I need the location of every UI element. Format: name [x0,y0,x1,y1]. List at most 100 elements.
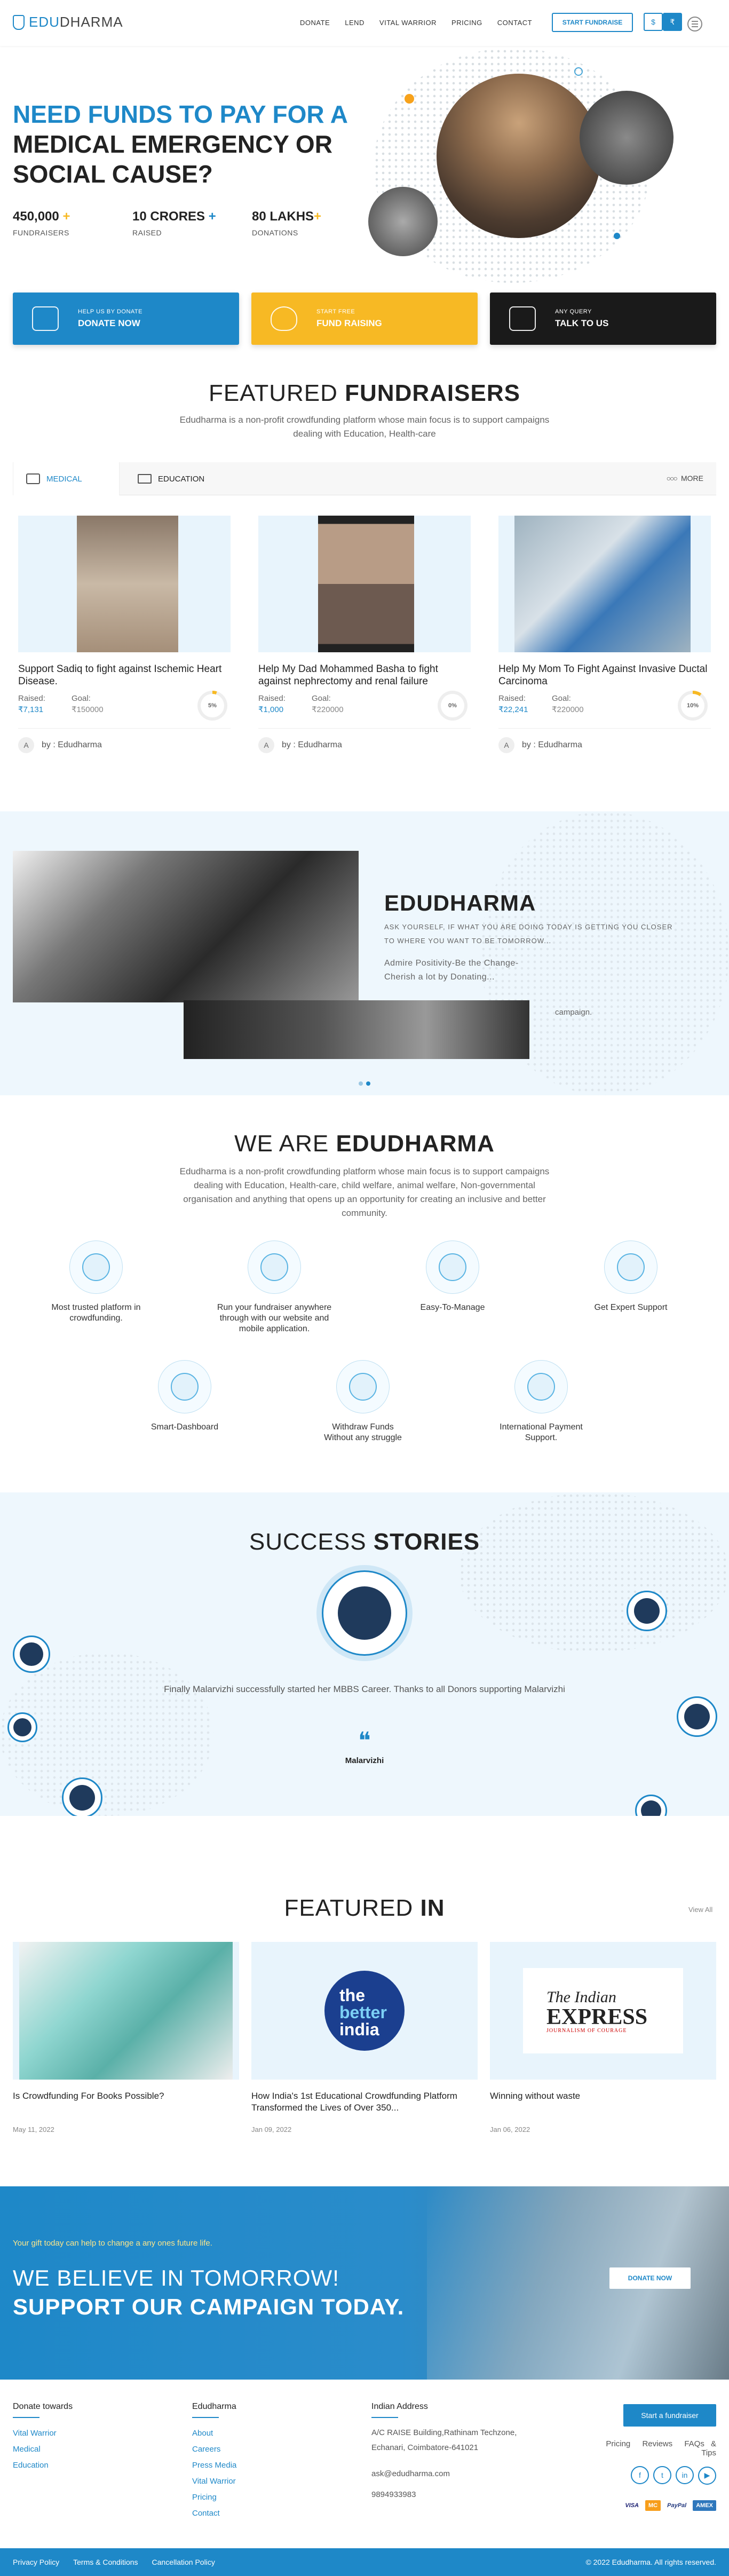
stat-raised: 10 CRORES + RAISED [132,209,216,237]
fundraiser-author: Aby : Edudharma [258,728,471,753]
main-nav: DONATE LEND VITAL WARRIOR PRICING CONTAC… [300,19,532,27]
social-icons: f t in ▶ [603,2466,716,2485]
carousel-dot-active[interactable] [366,1081,370,1086]
success-stories: SUCCESS STORIES Finally Malarvizhi succe… [0,1492,729,1816]
hands-heart-icon [32,306,59,331]
footer-quick-links: Pricing Reviews FAQs & Tips [587,2439,716,2458]
currency-usd-button[interactable]: $ [644,13,663,31]
fundraiser-author: Aby : Edudharma [498,728,711,753]
fundraiser-card[interactable]: Support Sadiq to fight against Ischemic … [18,516,231,761]
carousel-image-hands [184,1000,529,1059]
nav-contact[interactable]: CONTACT [497,19,532,27]
trophy-icon [69,1240,123,1294]
carousel-dot[interactable] [359,1081,363,1086]
feature-support: Get Expert Support [572,1240,690,1313]
start-fundraiser-button[interactable]: Start a fundraiser [623,2404,716,2427]
testimonial-avatar[interactable] [62,1777,102,1816]
footer-phone[interactable]: 9894933983 [371,2490,517,2499]
testimonial-avatar[interactable] [13,1635,50,1673]
cancellation-policy-link[interactable]: Cancellation Policy [152,2558,215,2566]
footer-donate-towards: Donate towards Vital Warrior Medical Edu… [13,2402,73,2474]
campaign-line2: SUPPORT OUR CAMPAIGN TODAY. [13,2294,405,2319]
hero-title-line2: MEDICAL EMERGENCY OR [13,130,332,158]
facebook-icon[interactable]: f [631,2466,649,2484]
globe-icon [514,1360,568,1413]
avatar: A [18,737,34,753]
decorative-ring [574,67,583,76]
terms-link[interactable]: Terms & Conditions [73,2558,138,2566]
feature-trusted: Most trusted platform in crowdfunding. [37,1240,155,1324]
nav-lend[interactable]: LEND [345,19,364,27]
footer-link[interactable]: Medical [13,2441,73,2458]
stat-fundraisers: 450,000 + FUNDRAISERS [13,209,70,237]
about-title: WE ARE EDUDHARMA [234,1131,495,1157]
press-card[interactable]: Is Crowdfunding For Books Possible? May … [13,1942,239,2134]
carousel-image-surgery [13,851,359,1002]
feature-easy: Easy-To-Manage [394,1240,511,1313]
start-fundraise-button[interactable]: START FUNDRAISE [552,13,633,32]
hero-title-line1: NEED FUNDS TO PAY FOR A [13,100,348,128]
tab-education[interactable]: EDUCATION [125,462,232,495]
piggy-bank-icon [271,306,297,331]
dots-icon: ○○○ [666,474,678,483]
privacy-policy-link[interactable]: Privacy Policy [13,2558,59,2566]
featured-subtitle: Edudharma is a non-profit crowdfunding p… [179,415,550,439]
footer-link[interactable]: Press Media [192,2458,236,2474]
press-card[interactable]: the better india How India's 1st Education… [251,1942,478,2134]
fundraiser-card[interactable]: Help My Dad Mohammed Basha to fight agai… [258,516,471,761]
footer-link[interactable]: Vital Warrior [13,2425,73,2441]
nav-donate[interactable]: DONATE [300,19,330,27]
legal-links: Privacy Policy Terms & Conditions Cancel… [13,2558,215,2566]
footer-link[interactable]: Vital Warrior [192,2474,236,2490]
menu-icon[interactable] [687,17,702,31]
linkedin-icon[interactable]: in [676,2466,694,2484]
footer-link[interactable]: Contact [192,2506,236,2522]
about-subtitle: Edudharma is a non-profit crowdfunding p… [179,1166,550,1218]
fundraiser-image [258,516,471,652]
fundraiser-amounts: Raised: ₹22,241 Goal: ₹220000 10% [498,691,711,721]
fundraiser-card[interactable]: Help My Mom To Fight Against Invasive Du… [498,516,711,761]
more-link[interactable]: ○○○ MORE [667,474,703,483]
hero-image-small [368,187,438,256]
footer-link[interactable]: About [192,2425,236,2441]
progress-ring: 5% [197,691,227,721]
currency-inr-button[interactable]: ₹ [663,13,682,31]
nav-vital-warrior[interactable]: VITAL WARRIOR [379,19,437,27]
fund-raising-card[interactable]: START FREE FUND RAISING [251,293,478,345]
amex-icon: AMEX [693,2500,716,2511]
logo[interactable]: EDUDHARMA [13,14,123,30]
progress-ring: 0% [438,691,467,721]
press-logo-better-india: the better india [251,1942,478,2080]
carousel-text: ASK YOURSELF, IF WHAT YOU ARE DOING TODA… [384,923,673,982]
plus-icon: + [314,209,322,224]
quote-icon: ❝ [358,1728,371,1754]
feature-withdraw: Withdraw Funds Without any struggle [304,1360,422,1443]
footer-reviews-link[interactable]: Reviews [642,2439,672,2448]
footer-link[interactable]: Careers [192,2441,236,2458]
dashboard-icon [158,1360,211,1413]
envelope-icon [509,306,536,331]
footer-link[interactable]: Pricing [192,2490,236,2506]
feature-international: International Payment Support. [482,1360,600,1443]
twitter-icon[interactable]: t [653,2466,671,2484]
logo-suffix: DHARMA [59,14,123,30]
tab-medical[interactable]: MEDICAL [13,462,120,495]
campaign-donate-button[interactable]: DONATE NOW [609,2267,691,2289]
testimonial-avatar[interactable] [635,1795,667,1816]
hero-image-side [580,91,673,185]
view-all-link[interactable]: View All [688,1906,712,1914]
footer-link[interactable]: Education [13,2458,73,2474]
donate-now-card[interactable]: HELP US BY DONATE DONATE NOW [13,293,239,345]
youtube-icon[interactable]: ▶ [698,2466,716,2485]
footer-faq-link[interactable]: FAQs & Tips [684,2439,716,2458]
footer-email[interactable]: ask@edudharma.com [371,2469,517,2478]
testimonial-avatar[interactable] [627,1591,667,1631]
testimonial-avatar-main [322,1570,407,1656]
carousel-title: EDUDHARMA [384,890,536,915]
carousel-text-tail: campaign. [555,1008,592,1017]
logo-icon [13,14,25,30]
nav-pricing[interactable]: PRICING [451,19,482,27]
press-card[interactable]: The Indian EXPRESS JOURNALISM OF COURAGE… [490,1942,716,2134]
footer-pricing-link[interactable]: Pricing [606,2439,630,2448]
talk-to-us-card[interactable]: ANY QUERY TALK TO US [490,293,716,345]
